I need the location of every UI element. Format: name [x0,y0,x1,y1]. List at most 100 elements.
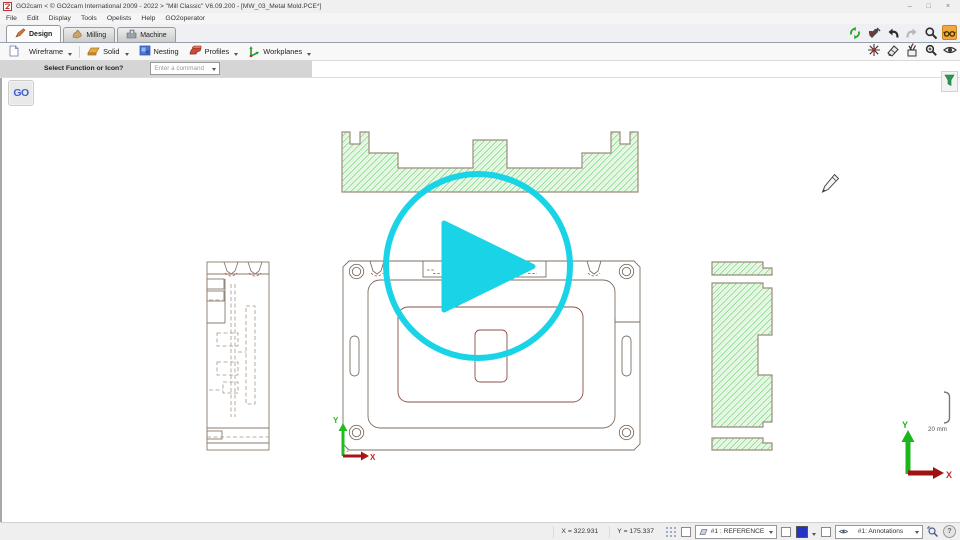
funnel-icon [944,74,955,90]
cavity-profiles [398,307,583,402]
undo-icon[interactable] [885,25,900,40]
menu-item-help[interactable]: Help [141,15,155,22]
annotations-select-value: #1: Annotations [858,528,903,535]
filter-button[interactable] [941,71,958,92]
solid-button[interactable]: Solid [82,45,133,59]
main-plan-view [343,261,640,450]
eye-icon[interactable] [942,42,957,57]
current-color-swatch [796,526,808,538]
zoom-search-icon[interactable] [923,25,938,40]
milling-hand-icon [72,29,83,41]
tab-milling[interactable]: Milling [63,27,115,42]
quick-access-row-1 [847,25,957,40]
part-axis-y-label: Y [333,416,339,425]
profiles-icon [189,45,202,58]
quick-access-row-2 [866,42,957,57]
maximize-button[interactable]: □ [927,0,931,13]
annotations-visibility-checkbox[interactable] [821,527,831,537]
zoom-window-icon[interactable] [923,42,938,57]
chevron-down-icon [915,531,919,534]
pointer-tool-icon[interactable] [866,25,881,40]
video-play-overlay[interactable] [386,174,570,358]
menu-item-file[interactable]: File [6,15,17,22]
workplanes-button[interactable]: Workplanes [243,45,316,59]
solid-button-label: Solid [103,47,119,56]
nesting-button[interactable]: Nesting [134,45,184,59]
world-axis-x-label: X [946,470,952,480]
command-combobox-placeholder: Enter a command [154,65,204,72]
window-controls: – □ × [908,0,960,13]
reference-visibility-checkbox[interactable] [681,527,691,537]
explode-icon[interactable] [866,42,881,57]
workplane-icon [699,528,708,536]
chevron-down-icon [68,53,72,56]
canvas-top-border [0,77,960,78]
refresh-icon[interactable] [847,25,862,40]
tab-milling-label: Milling [86,32,106,39]
annotations-select[interactable]: #1: Annotations [835,525,923,539]
drawing-viewport[interactable]: Y X 1 20 mm Y X [0,0,960,540]
status-bar: X = 322.931 Y = 175.337 #1 : REFERENCE #… [0,522,960,540]
window-title: GO2cam < © GO2cam International 2009 - 2… [16,3,321,10]
workplanes-axes-icon [248,45,260,59]
new-document-button[interactable] [4,45,24,59]
help-button[interactable]: ? [943,525,956,538]
pencil-cursor [823,175,839,193]
menu-item-tools[interactable]: Tools [81,15,97,22]
chevron-down-icon [212,68,216,71]
machine-icon [126,29,137,41]
nesting-button-label: Nesting [154,47,179,56]
go2cam-window: GO2cam < © GO2cam International 2009 - 2… [0,0,960,540]
menu-item-go2operator[interactable]: GO2operator [165,15,205,22]
tab-machine-label: Machine [140,32,166,39]
part-origin-triad: Y X 1 [333,416,376,462]
profiles-button[interactable]: Profiles [184,45,244,59]
tab-machine[interactable]: Machine [117,27,175,42]
nesting-cube-icon [139,45,151,58]
play-triangle-icon [444,223,533,310]
wireframe-button[interactable]: Wireframe [24,45,77,59]
profiles-button-label: Profiles [205,47,230,56]
eye-icon [839,528,848,535]
chevron-down-icon [234,53,238,56]
top-detail-dashes [427,270,537,274]
hidden-lines [207,284,272,437]
close-button[interactable]: × [946,0,950,13]
redo-icon[interactable] [904,25,919,40]
reference-select-value: #1 : REFERENCE [711,528,765,535]
command-combobox[interactable]: Enter a command [150,62,220,75]
reference-select[interactable]: #1 : REFERENCE [695,525,777,539]
scale-indicator: 20 mm [928,392,950,433]
color-swatch-button[interactable] [795,526,817,538]
canvas-left-edge [0,78,2,522]
tab-bar: Design Milling Machine [0,24,960,42]
solid-sheet-icon [87,45,100,58]
menu-item-opelists[interactable]: Opelists [107,15,132,22]
eraser-icon[interactable] [885,42,900,57]
y-coordinate-readout: Y = 175.337 [609,526,661,538]
zoom-extent-icon[interactable] [927,526,939,538]
grid-snap-icon[interactable] [665,526,677,538]
clamp-arcs [225,273,261,276]
go-logo[interactable]: GO [8,80,34,106]
chevron-down-icon [769,531,773,534]
minimize-button[interactable]: – [908,0,912,13]
tab-design-label: Design [29,31,52,38]
menu-bar: File Edit Display Tools Opelists Help GO… [0,13,960,24]
title-bar: GO2cam < © GO2cam International 2009 - 2… [0,0,960,13]
design-pencil-icon [15,28,26,40]
world-axis-triad: Y X [902,420,953,480]
menu-item-edit[interactable]: Edit [27,15,39,22]
menu-item-display[interactable]: Display [49,15,71,22]
chevron-down-icon [812,533,816,536]
toolbar: Wireframe Solid Nesting Profiles Workpla… [0,42,960,61]
chevron-down-icon [125,53,129,56]
origin-index-label: 1 [346,448,349,454]
pen-holder-icon[interactable] [904,42,919,57]
top-section-view [342,132,638,192]
color-apply-checkbox[interactable] [781,527,791,537]
toolbar-separator [79,46,80,58]
command-prompt-label: Select Function or Icon? [44,65,123,72]
glasses-icon[interactable] [942,25,957,40]
tab-design[interactable]: Design [6,25,61,42]
